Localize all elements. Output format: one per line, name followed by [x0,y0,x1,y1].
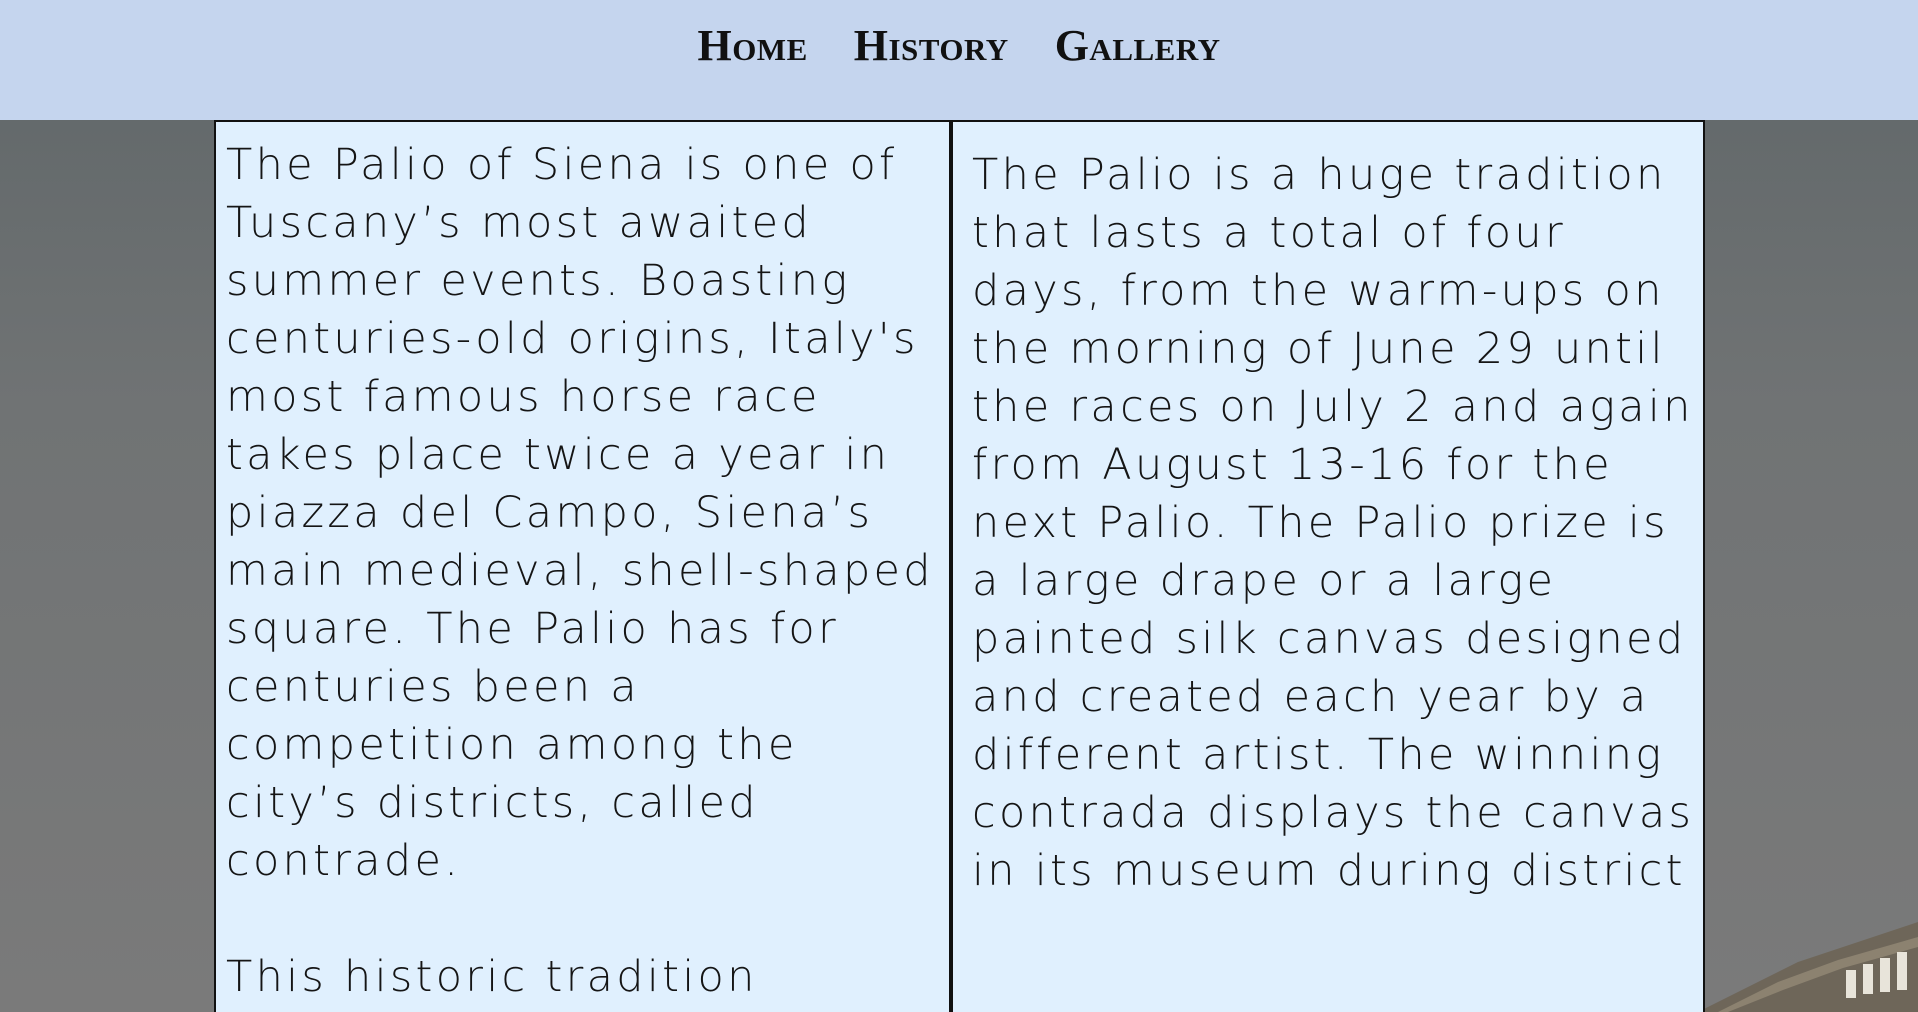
main-navigation: Home History Gallery [697,20,1220,71]
nav-link-gallery[interactable]: Gallery [1055,20,1221,71]
right-text-panel[interactable]: The Palio is a huge tradition that lasts… [951,120,1705,1012]
left-paragraph-1: The Palio of Siena is one of Tuscany’s m… [226,140,934,886]
left-paragraph-2: This historic tradition [226,952,758,1002]
nav-link-home[interactable]: Home [697,20,807,71]
right-paragraph-1: The Palio is a huge tradition that lasts… [972,150,1695,896]
top-navbar: Home History Gallery [0,0,1918,120]
nav-link-history[interactable]: History [854,20,1009,71]
content-columns: The Palio of Siena is one of Tuscany’s m… [214,120,1705,1012]
left-text-panel[interactable]: The Palio of Siena is one of Tuscany’s m… [214,120,951,1012]
